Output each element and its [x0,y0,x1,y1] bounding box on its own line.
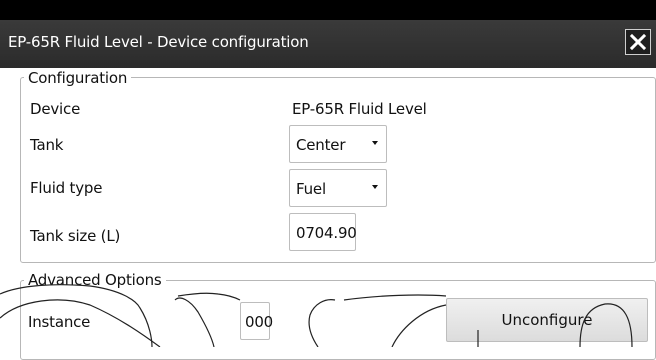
tank-size-label: Tank size (L) [30,227,121,245]
instance-value: 000 [245,313,274,331]
dialog-titlebar: EP-65R Fluid Level - Device configuratio… [0,20,656,68]
fluid-type-label: Fluid type [30,179,103,197]
instance-input[interactable]: 000 [240,302,274,340]
close-icon [629,33,647,51]
device-label: Device [30,100,81,118]
chevron-down-icon [372,185,378,189]
unconfigure-button[interactable]: Unconfigure [446,298,648,342]
dialog-title: EP-65R Fluid Level - Device configuratio… [8,33,309,51]
tank-size-value: 0704.90 [296,224,357,242]
advanced-options-legend: Advanced Options [24,271,166,289]
device-value: EP-65R Fluid Level [292,100,427,118]
tank-size-input[interactable]: 0704.90 [289,213,357,251]
chevron-down-icon [372,141,378,145]
status-bar [0,0,656,20]
tank-label: Tank [30,136,64,154]
tank-select[interactable]: Center [289,125,387,163]
fluid-type-select-value: Fuel [296,180,326,198]
configuration-legend: Configuration [24,69,132,87]
close-button[interactable] [625,29,651,55]
instance-label: Instance [28,313,91,331]
tank-select-value: Center [296,136,346,154]
fluid-type-select[interactable]: Fuel [289,169,387,207]
